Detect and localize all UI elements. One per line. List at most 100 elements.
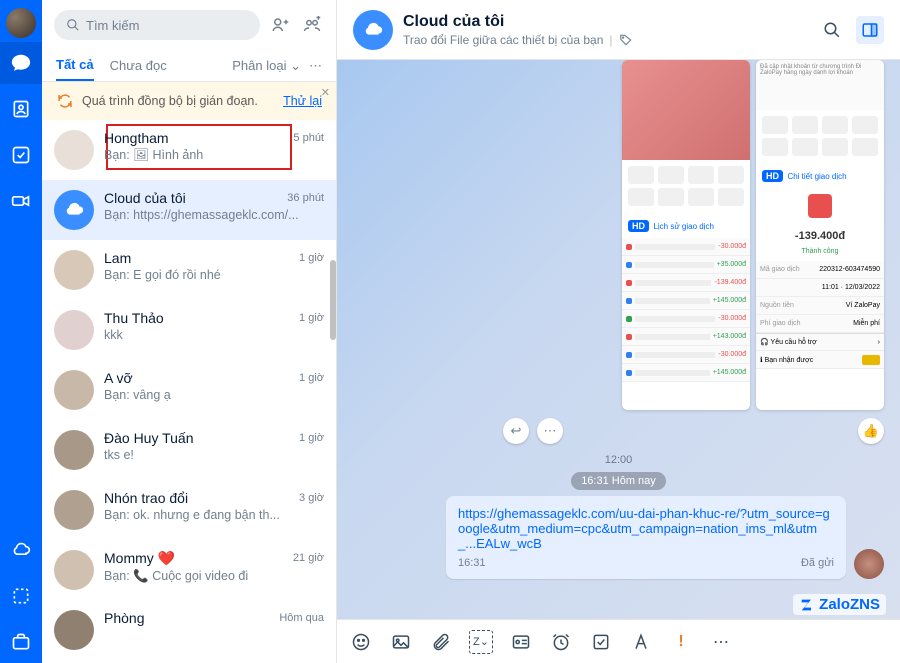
chat-time: 1 giờ	[299, 372, 324, 384]
chat-preview: Bạn: 🖼 Hình ảnh	[104, 148, 324, 163]
chat-preview: Bạn: ok. nhưng e đang bận th...	[104, 508, 324, 522]
chat-time: 3 giờ	[299, 492, 324, 504]
rail-chat-icon[interactable]	[0, 42, 42, 84]
classify-dropdown[interactable]: Phân loại ⌄	[232, 58, 301, 74]
chat-time: 1 giờ	[299, 432, 324, 444]
close-icon[interactable]: ✕	[321, 86, 330, 99]
chevron-down-icon: ⌄	[290, 58, 301, 73]
avatar	[54, 310, 94, 350]
sticker-icon[interactable]	[349, 630, 373, 654]
chat-time: 21 giờ	[293, 552, 324, 564]
avatar	[54, 550, 94, 590]
rail-video-icon[interactable]	[0, 180, 42, 222]
chat-item[interactable]: Cloud của tôiBạn: https://ghemassageklc.…	[42, 180, 336, 240]
avatar	[54, 610, 94, 650]
chat-subtitle: Trao đổi File giữa các thiết bị của bạn …	[403, 33, 633, 47]
search-icon	[66, 18, 80, 32]
chat-name: Hongtham	[104, 130, 324, 146]
chat-preview: tks e!	[104, 448, 324, 462]
chat-header: Cloud của tôi Trao đổi File giữa các thi…	[337, 0, 900, 60]
message-area[interactable]: HD Lịch sử giao dịch -30.000đ +35.000đ -…	[337, 60, 900, 619]
chat-list: Hongtham Bạn: 🖼 Hình ảnh 5 phút Cloud của…	[42, 120, 336, 663]
link-text: https://ghemassageklc.com/uu-dai-phan-kh…	[458, 506, 830, 551]
sync-text: Quá trình đồng bộ bị gián đoạn.	[82, 94, 258, 108]
chat-preview: Bạn: vâng ạ	[104, 388, 324, 402]
hd-badge: HD	[628, 220, 649, 232]
hd-badge: HD	[762, 170, 783, 182]
chat-name: Đào Huy Tuấn	[104, 430, 324, 446]
chat-preview: Bạn: https://ghemassageklc.com/...	[104, 208, 324, 222]
attach-icon[interactable]	[429, 630, 453, 654]
add-friend-icon[interactable]	[268, 13, 292, 37]
chat-item[interactable]: Đào Huy Tuấn tks e! 1 giờ	[42, 420, 336, 480]
rail-contacts-icon[interactable]	[0, 88, 42, 130]
cloud-avatar	[54, 190, 94, 230]
chat-main: Cloud của tôi Trao đổi File giữa các thi…	[337, 0, 900, 663]
chat-name: Lam	[104, 250, 324, 266]
chat-time: 5 phút	[293, 132, 324, 144]
cloud-avatar	[353, 10, 393, 50]
image-attachment[interactable]: HD Lịch sử giao dịch -30.000đ +35.000đ -…	[622, 60, 750, 410]
more-icon[interactable]: ⋯	[537, 418, 563, 444]
date-divider: 16:31 Hôm nay	[571, 472, 666, 490]
composer-more-icon[interactable]: ⋯	[709, 630, 733, 654]
transaction-amount: -139.400đ	[756, 224, 884, 248]
create-group-icon[interactable]	[300, 13, 324, 37]
card-icon[interactable]	[509, 630, 533, 654]
sidebar-toggle-icon[interactable]	[856, 16, 884, 44]
chat-name: Thu Thảo	[104, 310, 324, 326]
chat-time: 1 giờ	[299, 312, 324, 324]
chat-preview: Bạn: E gọi đó rồi nhé	[104, 268, 324, 282]
rail-todo-icon[interactable]	[0, 134, 42, 176]
chat-item[interactable]: Thu Thảo kkk 1 giờ	[42, 300, 336, 360]
brand-watermark: ZaloZNS	[793, 594, 886, 615]
message-reactions: ↩ ⋯ 👍	[503, 414, 884, 448]
image-attachment[interactable]: Đã cập nhật khoản từ chương trình Đi Zal…	[756, 60, 884, 410]
message-time: 12:00	[353, 454, 884, 466]
reply-icon[interactable]: ↩	[503, 418, 529, 444]
format-icon[interactable]	[629, 630, 653, 654]
chat-name: Mommy ❤️	[104, 550, 324, 567]
rail-cloud-icon[interactable]	[0, 529, 42, 571]
tag-icon[interactable]	[619, 33, 633, 47]
tab-unread[interactable]: Chưa đọc	[110, 50, 167, 81]
avatar	[54, 490, 94, 530]
rail-capture-icon[interactable]	[0, 575, 42, 617]
avatar	[54, 130, 94, 170]
sent-status: Đã gửi	[801, 557, 834, 569]
chat-item[interactable]: Mommy ❤️Bạn: 📞 Cuộc gọi video đi 21 giờ	[42, 540, 336, 600]
nav-rail	[0, 0, 42, 663]
chat-time: 1 giờ	[299, 252, 324, 264]
chat-item[interactable]: Nhón trao đổi Bạn: ok. nhưng e đang bận t…	[42, 480, 336, 540]
screenshot-icon[interactable]: Z⌄	[469, 630, 493, 654]
tab-all[interactable]: Tất cả	[56, 50, 94, 81]
chat-time: Hôm qua	[279, 612, 324, 624]
chat-item[interactable]: Hongtham Bạn: 🖼 Hình ảnh 5 phút	[42, 120, 336, 180]
chat-item[interactable]: Lam Bạn: E gọi đó rồi nhé 1 giờ	[42, 240, 336, 300]
more-icon[interactable]: ⋯	[309, 58, 322, 74]
task-icon[interactable]	[589, 630, 613, 654]
chat-preview: kkk	[104, 328, 324, 342]
search-input[interactable]: Tìm kiếm	[54, 10, 260, 40]
search-in-chat-icon[interactable]	[818, 16, 846, 44]
message-row: https://ghemassageklc.com/uu-dai-phan-kh…	[353, 496, 884, 579]
chat-name: Nhón trao đổi	[104, 490, 324, 506]
chat-item[interactable]: Phòng Hôm qua	[42, 600, 336, 660]
search-placeholder: Tìm kiếm	[86, 18, 139, 33]
chat-item[interactable]: A vỡ Bạn: vâng ạ 1 giờ	[42, 360, 336, 420]
reminder-icon[interactable]	[549, 630, 573, 654]
like-icon[interactable]: 👍	[858, 418, 884, 444]
priority-icon[interactable]: !	[669, 630, 693, 654]
sender-avatar	[854, 549, 884, 579]
rail-briefcase-icon[interactable]	[0, 621, 42, 663]
user-avatar[interactable]	[6, 8, 36, 38]
message-bubble[interactable]: https://ghemassageklc.com/uu-dai-phan-kh…	[446, 496, 846, 579]
image-icon[interactable]	[389, 630, 413, 654]
avatar	[54, 430, 94, 470]
sent-time: 16:31	[458, 557, 486, 569]
retry-link[interactable]: Thử lại	[283, 94, 322, 108]
sidebar: Tìm kiếm Tất cả Chưa đọc Phân loại ⌄ ⋯ Q…	[42, 0, 337, 663]
avatar	[54, 370, 94, 410]
chat-name: A vỡ	[104, 370, 324, 386]
avatar	[54, 250, 94, 290]
